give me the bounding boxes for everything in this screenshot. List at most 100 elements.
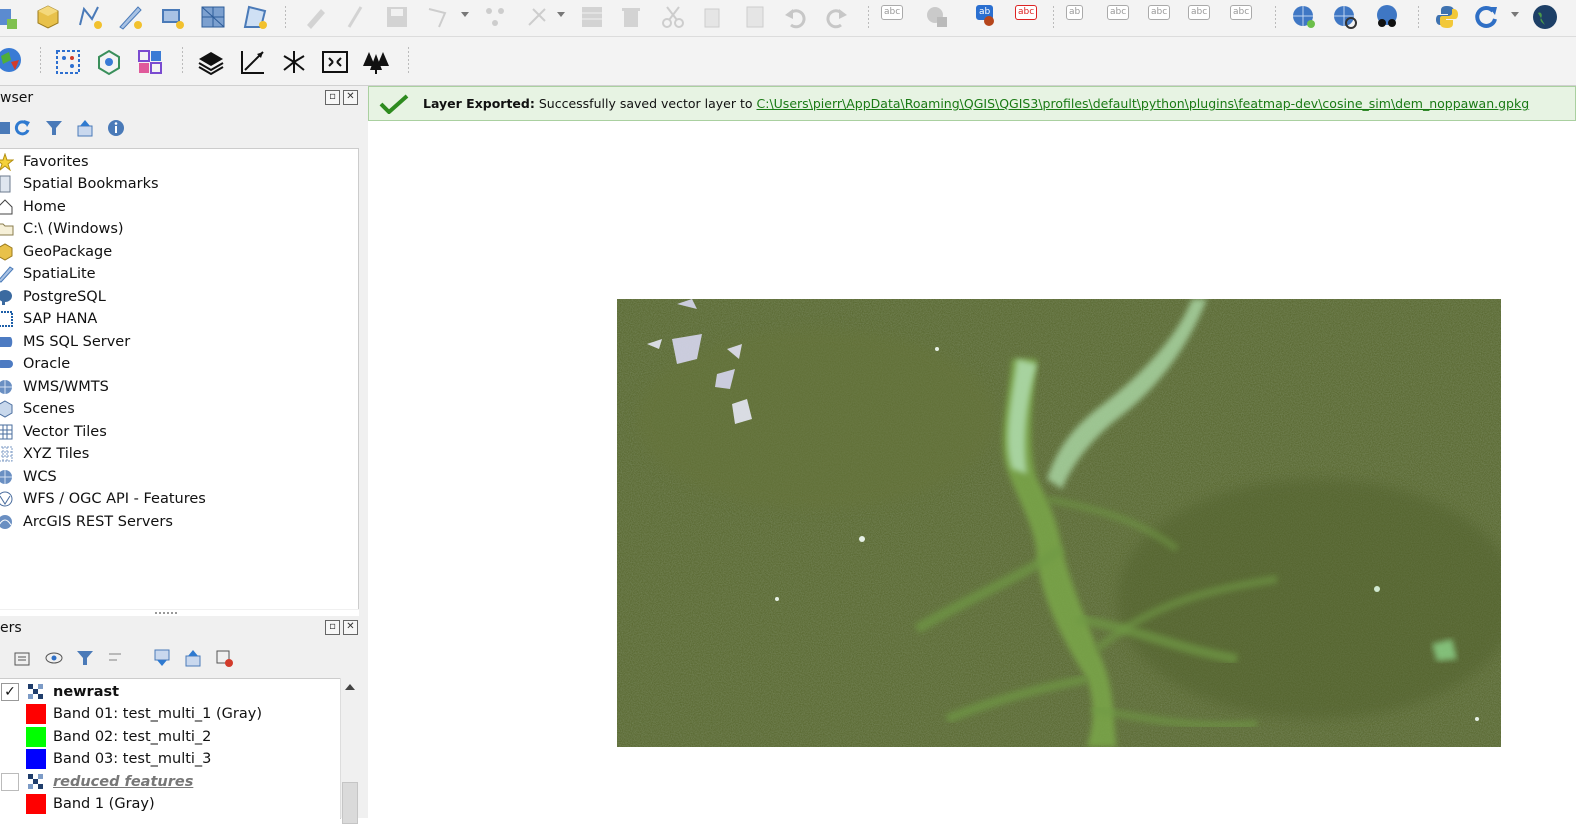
attributes-icon[interactable]: [577, 2, 607, 32]
add-point-icon[interactable]: [480, 2, 510, 32]
scroll-up-icon[interactable]: [345, 684, 355, 690]
browser-item-sap-hana[interactable]: SAP HANA: [0, 308, 97, 330]
label-move-icon[interactable]: abc: [1107, 5, 1130, 20]
band-color-swatch: [26, 704, 46, 724]
close-icon[interactable]: ✕: [343, 90, 358, 105]
browser-item-favorites[interactable]: Favorites: [0, 151, 89, 173]
spatialite-icon: [0, 265, 14, 283]
select-features-icon[interactable]: [53, 47, 83, 77]
toolbar-separator: [285, 6, 286, 30]
layer-visibility-checkbox[interactable]: [1, 773, 19, 791]
layers-scrollbar[interactable]: [340, 678, 359, 824]
toggle-edit-icon[interactable]: [340, 2, 370, 32]
label-icon[interactable]: abc: [881, 5, 904, 20]
layer-stack-icon[interactable]: [196, 47, 226, 77]
browser-item-spatial-bookmarks[interactable]: Spatial Bookmarks: [0, 173, 159, 195]
panel-title: wser: [0, 90, 34, 106]
layer-name: newrast: [53, 684, 120, 700]
browser-item-home[interactable]: Home: [0, 196, 66, 218]
xyz-tiles-icon: [0, 445, 14, 463]
layer-name: reduced features: [53, 774, 194, 790]
browser-item-wms-wmts[interactable]: WMS/WMTS: [0, 376, 109, 398]
identify-web-icon[interactable]: [1372, 2, 1402, 32]
wcs-icon: [0, 468, 14, 486]
python-console-icon[interactable]: [1432, 2, 1462, 32]
label-properties-icon[interactable]: abc: [1230, 5, 1253, 20]
visibility-eye-icon[interactable]: [42, 646, 66, 670]
browser-item-arcgis[interactable]: ArcGIS REST Servers: [0, 511, 173, 533]
pin-marker-icon: [984, 16, 994, 26]
wcs-icon[interactable]: [1330, 2, 1360, 32]
digitize-polygon-icon[interactable]: [240, 2, 270, 32]
delete-icon[interactable]: [616, 2, 646, 32]
node-tool-icon[interactable]: [522, 2, 552, 32]
trees-icon[interactable]: [361, 47, 391, 77]
new-mesh-layer-icon[interactable]: [198, 2, 228, 32]
new-scratch-layer-icon[interactable]: [115, 2, 145, 32]
browser-item-scenes[interactable]: Scenes: [0, 398, 75, 420]
panel-title: ers: [0, 620, 22, 636]
sync-icon[interactable]: [1472, 2, 1502, 32]
measure-icon[interactable]: [238, 47, 268, 77]
new-geopackage-layer-icon[interactable]: [0, 2, 22, 32]
browser-item-postgresql[interactable]: PostgreSQL: [0, 286, 106, 308]
label-highlight-icon[interactable]: abc: [1015, 5, 1038, 20]
metasearch-icon[interactable]: [1289, 2, 1319, 32]
browser-tree: Favorites Spatial Bookmarks Home C:\ (Wi…: [0, 148, 359, 609]
dock-splitter[interactable]: [359, 86, 368, 818]
paste-icon[interactable]: [740, 2, 770, 32]
cut-icon[interactable]: [658, 2, 688, 32]
browser-item-mssql[interactable]: MS SQL Server: [0, 331, 130, 353]
chevron-down-icon[interactable]: [461, 12, 469, 17]
style-manager-icon[interactable]: [10, 646, 34, 670]
browser-item-windows-drive[interactable]: C:\ (Windows): [0, 218, 124, 240]
save-edits-icon[interactable]: [382, 2, 412, 32]
extent-icon[interactable]: [320, 47, 350, 77]
collapse-all-icon[interactable]: [73, 116, 97, 140]
redo-icon[interactable]: [822, 2, 852, 32]
filter-icon[interactable]: [42, 116, 66, 140]
new-virtual-layer-icon[interactable]: [157, 2, 187, 32]
edit-pencil-icon[interactable]: [300, 2, 330, 32]
vertex-tool-icon[interactable]: [424, 2, 454, 32]
label-rotate-icon[interactable]: abc: [1148, 5, 1171, 20]
float-panel-icon[interactable]: ▫: [325, 620, 340, 635]
refresh-icon[interactable]: [10, 116, 34, 140]
network-icon[interactable]: [94, 47, 124, 77]
browser-item-wfs[interactable]: WFS / OGC API - Features: [0, 488, 206, 510]
message-file-link[interactable]: C:\Users\pierr\AppData\Roaming\QGIS\QGIS…: [757, 96, 1530, 111]
close-icon[interactable]: ✕: [343, 620, 358, 635]
browser-item-oracle[interactable]: Oracle: [0, 353, 70, 375]
panel-splitter[interactable]: [155, 612, 177, 614]
info-icon[interactable]: [104, 116, 128, 140]
analysis-toolbar: [0, 37, 1576, 86]
new-vector-layer-icon[interactable]: [75, 2, 105, 32]
browser-item-geopackage[interactable]: GeoPackage: [0, 241, 112, 263]
label-change-icon[interactable]: abc: [1188, 5, 1211, 20]
star-burst-icon[interactable]: [279, 47, 309, 77]
float-panel-icon[interactable]: ▫: [325, 90, 340, 105]
browser-item-spatialite[interactable]: SpatiaLite: [0, 263, 96, 285]
new-spatialite-layer-icon[interactable]: [33, 2, 63, 32]
filter-expression-icon[interactable]: [104, 646, 128, 670]
layers-panel: ers ▫ ✕ ✓ newrast Band 01: test_multi_1 …: [0, 616, 359, 824]
grid-layout-icon[interactable]: [135, 47, 165, 77]
raster-layer-icon: [28, 684, 43, 699]
browser-item-wcs[interactable]: WCS: [0, 466, 57, 488]
label-rules-icon[interactable]: [922, 2, 952, 32]
layer-visibility-checkbox[interactable]: ✓: [1, 683, 19, 701]
browser-item-xyz-tiles[interactable]: XYZ Tiles: [0, 443, 89, 465]
globe-color-icon[interactable]: [0, 45, 24, 75]
collapse-all-icon[interactable]: [181, 646, 205, 670]
label-show-hide-icon[interactable]: ab: [1066, 5, 1084, 20]
chevron-down-icon[interactable]: [557, 12, 565, 17]
copy-icon[interactable]: [698, 2, 728, 32]
chevron-down-icon[interactable]: [1511, 12, 1519, 17]
filter-icon[interactable]: [73, 646, 97, 670]
undo-icon[interactable]: [780, 2, 810, 32]
remove-layer-icon[interactable]: [212, 646, 236, 670]
digitizing-toolbar: abc ab abc ab abc abc abc abc: [0, 0, 1576, 37]
browser-item-vector-tiles[interactable]: Vector Tiles: [0, 421, 107, 443]
globe-icon[interactable]: [1530, 2, 1560, 32]
expand-all-icon[interactable]: [150, 646, 174, 670]
